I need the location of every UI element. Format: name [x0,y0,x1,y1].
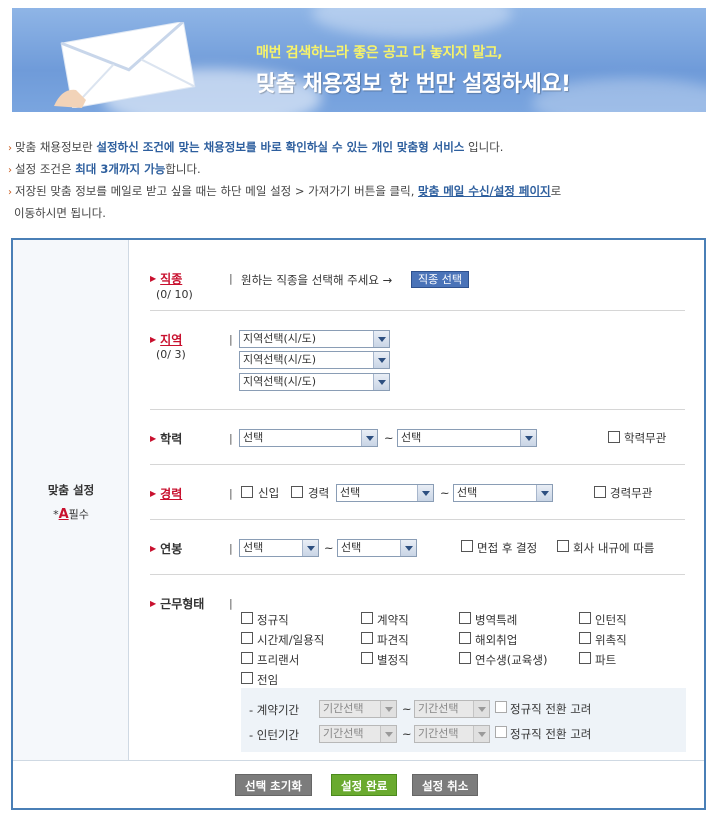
work-type-checkbox[interactable] [579,632,591,644]
career-to-select[interactable]: 선택 [453,484,553,502]
intern-to-select[interactable]: 기간선택 [414,725,490,743]
edu-none-checkbox[interactable] [608,431,620,443]
work-type-checkbox[interactable] [361,632,373,644]
salary-label: ▶ 연봉 [150,542,183,556]
banner-line2: 맞춤 채용정보 한 번만 설정하세요! [256,72,571,97]
salary-company-checkbox[interactable] [557,540,569,552]
work-type-checkbox[interactable] [459,652,471,664]
region-select-1[interactable]: 지역선택(시/도) [239,330,390,348]
contract-from-select[interactable]: 기간선택 [319,700,397,718]
work-type-checkbox[interactable] [579,612,591,624]
banner: 매번 검색하느라 좋은 공고 다 놓지지 말고, 맞춤 채용정보 한 번만 설정… [12,8,706,112]
job-count: (0/ 10) [156,288,193,301]
work-type-checkbox[interactable] [459,612,471,624]
button-bar: 선택 초기화 설정 완료 설정 취소 [13,760,704,808]
job-desc: 원하는 직종을 선택해 주세요 → [241,273,393,287]
salary-to-select[interactable]: 선택 [337,539,417,557]
edu-to-select[interactable]: 선택 [397,429,537,447]
work-type-checkbox[interactable] [361,612,373,624]
region-label: ▶ 지역 [150,333,183,347]
region-select-2[interactable]: 지역선택(시/도) [239,351,390,369]
contract-convert-checkbox[interactable] [495,701,507,713]
left-column: 맞춤 설정 *A필수 [13,240,129,760]
work-type-checkbox[interactable] [361,652,373,664]
region-select-3[interactable]: 지역선택(시/도) [239,373,390,391]
reset-button[interactable]: 선택 초기화 [235,774,312,796]
career-label: ▶ 경력 [150,487,183,501]
edu-none-label: 학력무관 [624,431,667,445]
career-from-select[interactable]: 선택 [336,484,434,502]
intro-text: › 맞춤 채용정보란 설정하신 조건에 맞는 채용정보를 바로 확인하실 수 있는… [8,140,562,220]
work-type-checkbox[interactable] [241,652,253,664]
work-type-checkbox[interactable] [459,632,471,644]
region-count: (0/ 3) [156,348,186,361]
banner-line1: 매번 검색하느라 좋은 공고 다 놓지지 말고, [256,45,503,61]
settings-box: 맞춤 설정 *A필수 ▶ 직종 (0/ 10) | 원하는 직종을 선택해 주세요… [11,238,706,810]
mail-settings-link[interactable]: 맞춤 메일 수신/설정 페이지 [418,184,551,198]
career-none-checkbox[interactable] [594,486,606,498]
done-button[interactable]: 설정 완료 [331,774,398,796]
contract-period-label: - 계약기간 [249,703,300,717]
work-type-checkbox[interactable] [241,632,253,644]
job-select-button[interactable]: 직종 선택 [411,271,469,288]
intern-from-select[interactable]: 기간선택 [319,725,397,743]
cancel-button[interactable]: 설정 취소 [412,774,479,796]
work-type-checkbox[interactable] [241,612,253,624]
work-type-label: ▶ 근무형태 [150,597,205,611]
edu-from-select[interactable]: 선택 [239,429,378,447]
required-note: *A필수 [53,507,89,522]
intern-period-label: - 인턴기간 [249,728,300,742]
envelope-icon [54,22,196,108]
work-type-checkbox[interactable] [241,672,253,684]
contract-to-select[interactable]: 기간선택 [414,700,490,718]
edu-label: ▶ 학력 [150,432,183,446]
job-label: ▶ 직종 [150,272,183,286]
salary-from-select[interactable]: 선택 [239,539,319,557]
career-exp-checkbox[interactable] [291,486,303,498]
work-type-checkbox[interactable] [579,652,591,664]
career-none-label: 경력무관 [610,486,653,500]
salary-interview-checkbox[interactable] [461,540,473,552]
intern-convert-checkbox[interactable] [495,726,507,738]
career-new-checkbox[interactable] [241,486,253,498]
section-title: 맞춤 설정 [47,483,95,497]
